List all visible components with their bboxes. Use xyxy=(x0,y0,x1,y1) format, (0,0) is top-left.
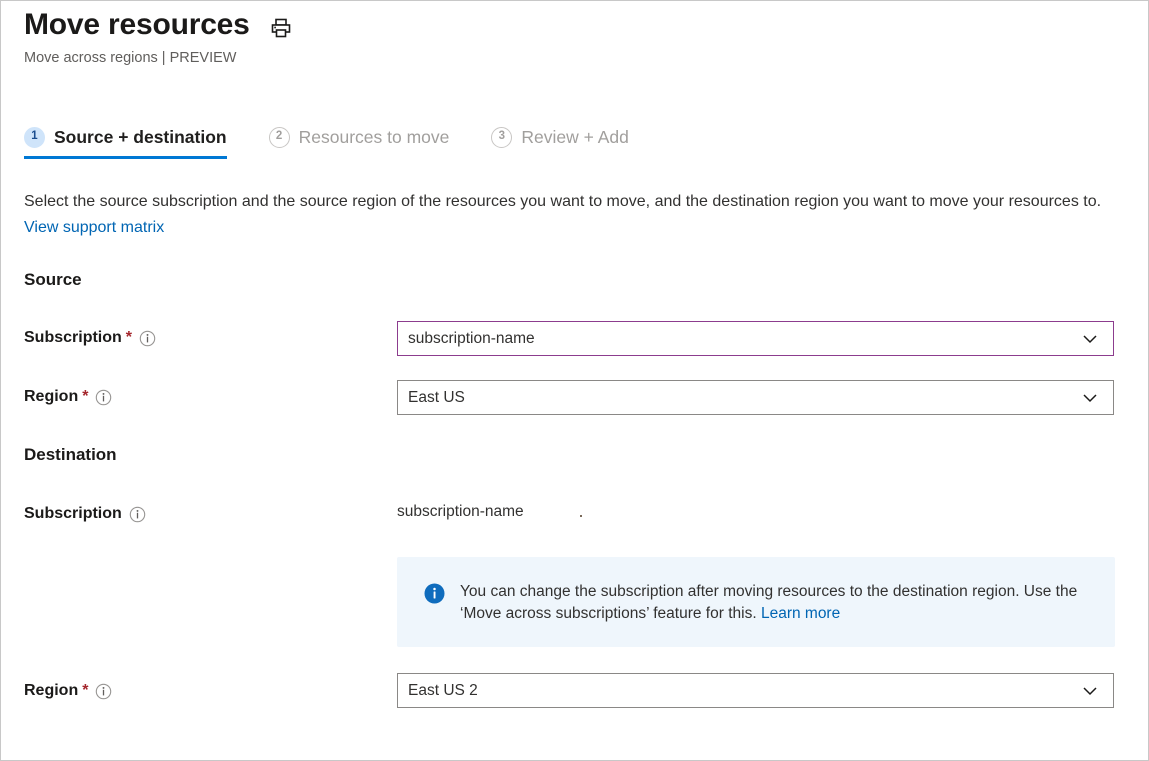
tab-review-add[interactable]: 3 Review + Add xyxy=(491,125,651,159)
destination-region-label-text: Region xyxy=(24,680,78,702)
title-row: Move resources xyxy=(24,5,1128,45)
source-subscription-label: Subscription * xyxy=(24,327,156,349)
chevron-down-icon xyxy=(1078,386,1102,410)
printer-icon[interactable] xyxy=(268,15,294,41)
destination-section-heading: Destination xyxy=(24,443,117,467)
tab-label-2: Resources to move xyxy=(299,125,450,149)
wizard-tabs: 1 Source + destination 2 Resources to mo… xyxy=(24,125,651,159)
move-resources-page: Move resources Move across regions | PRE… xyxy=(0,0,1149,761)
view-support-matrix-link[interactable]: View support matrix xyxy=(24,219,164,236)
destination-subscription-info-banner: You can change the subscription after mo… xyxy=(397,557,1115,647)
source-region-value: East US xyxy=(408,388,1078,408)
destination-region-dropdown[interactable]: East US 2 xyxy=(397,673,1114,708)
source-region-label: Region * xyxy=(24,386,112,408)
source-region-required-marker: * xyxy=(82,386,88,408)
info-circle-icon[interactable] xyxy=(139,330,156,347)
chevron-down-icon xyxy=(1078,327,1102,351)
page-header: Move resources Move across regions | PRE… xyxy=(24,5,1128,68)
source-region-dropdown[interactable]: East US xyxy=(397,380,1114,415)
learn-more-link[interactable]: Learn more xyxy=(761,605,840,622)
page-title: Move resources xyxy=(24,5,250,45)
source-subscription-value: subscription-name xyxy=(408,329,1078,349)
info-circle-icon[interactable] xyxy=(95,683,112,700)
info-circle-icon[interactable] xyxy=(95,389,112,406)
destination-subscription-label-text: Subscription xyxy=(24,503,122,525)
info-banner-text-wrap: You can change the subscription after mo… xyxy=(460,581,1093,625)
description-text: Select the source subscription and the s… xyxy=(24,193,1101,210)
tab-label-1: Source + destination xyxy=(54,125,227,149)
source-subscription-dropdown[interactable]: subscription-name xyxy=(397,321,1114,356)
dot-artifact xyxy=(580,515,582,517)
source-subscription-required-marker: * xyxy=(126,327,132,349)
destination-region-required-marker: * xyxy=(82,680,88,702)
source-subscription-label-text: Subscription xyxy=(24,327,122,349)
page-description: Select the source subscription and the s… xyxy=(24,189,1109,241)
source-region-label-text: Region xyxy=(24,386,78,408)
tab-label-3: Review + Add xyxy=(521,125,629,149)
destination-subscription-label: Subscription xyxy=(24,503,146,525)
tab-badge-1: 1 xyxy=(24,127,45,148)
chevron-down-icon xyxy=(1078,679,1102,703)
info-circle-icon[interactable] xyxy=(129,506,146,523)
tab-badge-2: 2 xyxy=(269,127,290,148)
destination-region-value: East US 2 xyxy=(408,681,1078,701)
tab-source-destination[interactable]: 1 Source + destination xyxy=(24,125,249,159)
tab-badge-3: 3 xyxy=(491,127,512,148)
source-section-heading: Source xyxy=(24,268,82,292)
destination-region-label: Region * xyxy=(24,680,112,702)
info-filled-icon xyxy=(424,583,445,609)
destination-subscription-value: subscription-name xyxy=(397,502,524,522)
tab-resources-to-move[interactable]: 2 Resources to move xyxy=(269,125,472,159)
page-subtitle: Move across regions | PREVIEW xyxy=(24,48,1128,68)
tab-active-underline xyxy=(24,156,227,159)
